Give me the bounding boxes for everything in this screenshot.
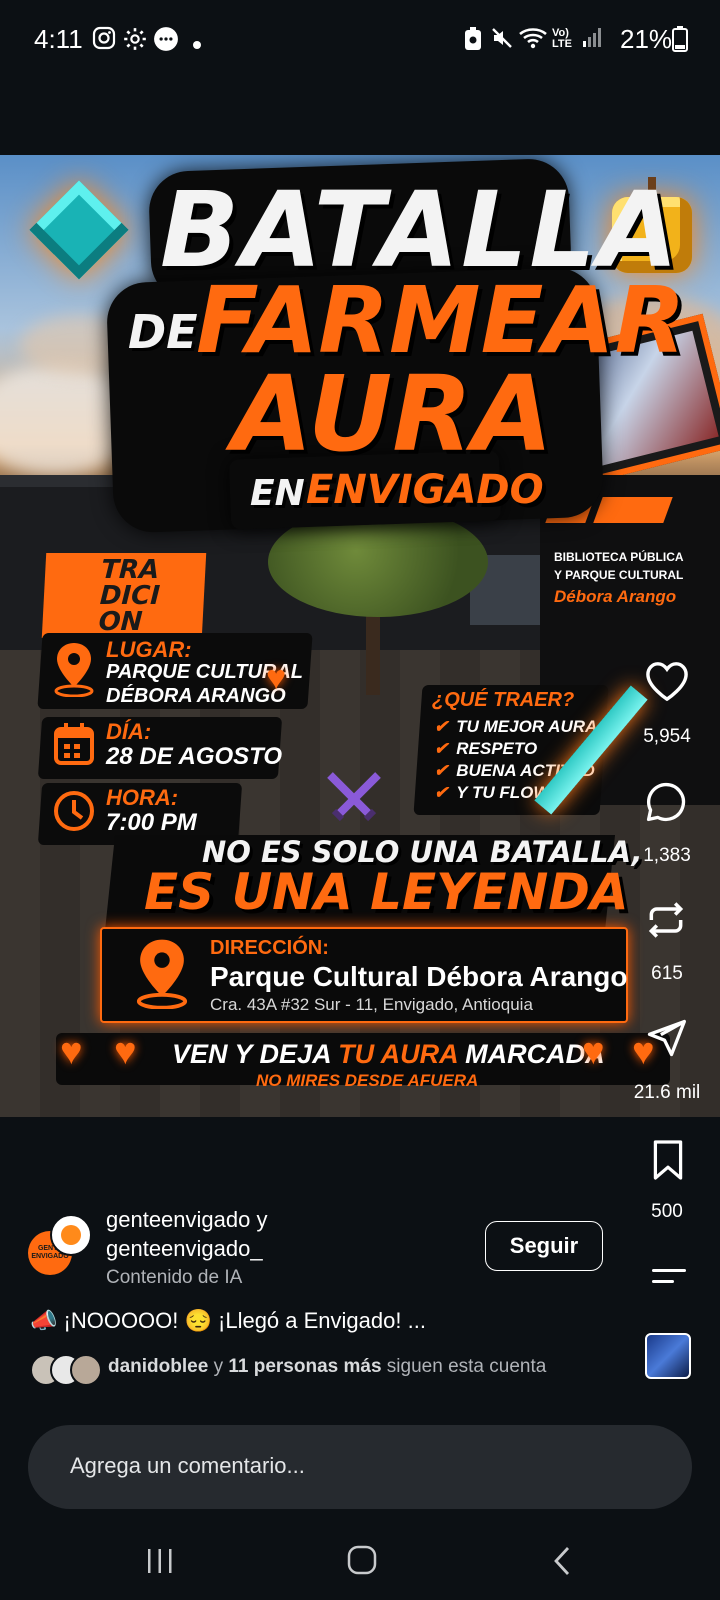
title-line-3: AURA — [232, 353, 553, 475]
instagram-icon — [92, 26, 116, 56]
clock: 4:11 — [34, 24, 83, 54]
save-button[interactable] — [650, 1138, 686, 1187]
dia-value: 28 DE AGOSTO — [106, 743, 283, 770]
repost-button[interactable] — [644, 898, 688, 947]
traer-title: ¿QUÉ TRAER? — [432, 689, 575, 711]
heart-icon: ♥ — [266, 659, 287, 697]
notification-dot-icon — [192, 30, 202, 56]
more-options-icon[interactable] — [650, 1264, 688, 1293]
chat-bubble-icon — [153, 26, 179, 58]
comment-button[interactable] — [644, 780, 688, 829]
cta-text: VEN Y DEJA TU AURA MARCADA — [172, 1039, 605, 1069]
direccion-name: Parque Cultural Débora Arango — [210, 961, 628, 992]
sign-stripe — [593, 497, 673, 523]
clock-icon — [52, 789, 96, 838]
lugar-label: LUGAR: — [106, 637, 192, 662]
heart-icon: ♥ — [60, 1031, 83, 1073]
signal-icon — [582, 26, 604, 54]
comment-count: 1,383 — [643, 845, 691, 866]
traer-item: ✔ Y TU FLOW — [434, 783, 550, 802]
cta-subtext: NO MIRES DESDE AFUERA — [256, 1071, 479, 1090]
dia-label: DÍA: — [106, 719, 152, 744]
ai-content-label[interactable]: Contenido de IA — [106, 1267, 242, 1289]
calendar-icon — [54, 723, 94, 770]
like-count: 5,954 — [643, 726, 691, 747]
back-button[interactable] — [552, 1545, 572, 1582]
follower-avatar — [70, 1354, 102, 1386]
crossed-swords-icon — [322, 767, 386, 836]
location-pin-icon — [52, 641, 96, 702]
hora-label: HORA: — [106, 785, 179, 810]
banner-poster: TRA DICI ON — [41, 553, 207, 638]
direccion-address: Cra. 43A #32 Sur - 11, Envigado, Antioqu… — [210, 995, 533, 1014]
title-de: DE — [128, 305, 198, 359]
save-count: 500 — [651, 1201, 683, 1222]
author-name-line-2[interactable]: genteenvigado_ — [106, 1236, 263, 1262]
audio-thumbnail[interactable] — [645, 1333, 691, 1379]
diamond-icon — [29, 180, 129, 280]
subtitle-en: EN — [250, 473, 305, 514]
home-button[interactable] — [346, 1544, 378, 1581]
coauthor-logo-icon — [61, 1225, 81, 1245]
tagline-line-2: ES UNA LEYENDA — [144, 863, 629, 921]
coauthor-avatar[interactable] — [50, 1214, 92, 1256]
subtitle-place: ENVIGADO — [306, 467, 544, 513]
traer-item: ✔ RESPETO — [434, 739, 538, 758]
banner-text: TRA DICI ON — [97, 555, 161, 637]
repost-count: 615 — [651, 963, 683, 984]
battery-icon — [672, 26, 688, 58]
like-button[interactable] — [644, 660, 690, 707]
recent-apps-button[interactable] — [145, 1546, 175, 1581]
followed-by-text[interactable]: danidoblee y 11 personas más siguen esta… — [108, 1356, 546, 1378]
mute-icon — [490, 26, 514, 56]
hora-value: 7:00 PM — [106, 809, 197, 836]
sign-line-1: BIBLIOTECA PÚBLICA — [554, 550, 684, 564]
traer-item: ✔ TU MEJOR AURA — [434, 717, 598, 736]
post-image[interactable]: TRA DICI ON BIBLIOTECA PÚBLICA Y PARQUE … — [0, 155, 720, 1117]
post-caption[interactable]: 📣 ¡NOOOOO! 😔 ¡Llegó a Envigado! ... — [30, 1308, 426, 1334]
volte-icon: Vo) LTE — [552, 27, 572, 50]
sign-line-3: Débora Arango — [554, 587, 677, 606]
lugar-value-2: DÉBORA ARANGO — [106, 685, 286, 707]
comment-placeholder: Agrega un comentario... — [70, 1453, 305, 1478]
settings-icon — [122, 26, 148, 58]
location-pin-icon — [132, 937, 192, 1014]
battery-saver-icon — [462, 26, 484, 58]
heart-icon: ♥ — [582, 1031, 605, 1073]
follow-button[interactable]: Seguir — [485, 1221, 603, 1271]
battery-percentage: 21% — [620, 24, 673, 54]
heart-icon: ♥ — [114, 1031, 137, 1073]
direccion-label: DIRECCIÓN: — [210, 937, 329, 959]
sign-line-2: Y PARQUE CULTURAL — [554, 568, 684, 582]
status-bar: 4:11 Vo) LTE 21% — [0, 0, 720, 80]
author-name-line-1[interactable]: genteenvigado y — [106, 1207, 267, 1233]
share-button[interactable] — [644, 1016, 688, 1065]
share-count: 21.6 mil — [633, 1082, 701, 1103]
wifi-icon — [518, 26, 548, 56]
